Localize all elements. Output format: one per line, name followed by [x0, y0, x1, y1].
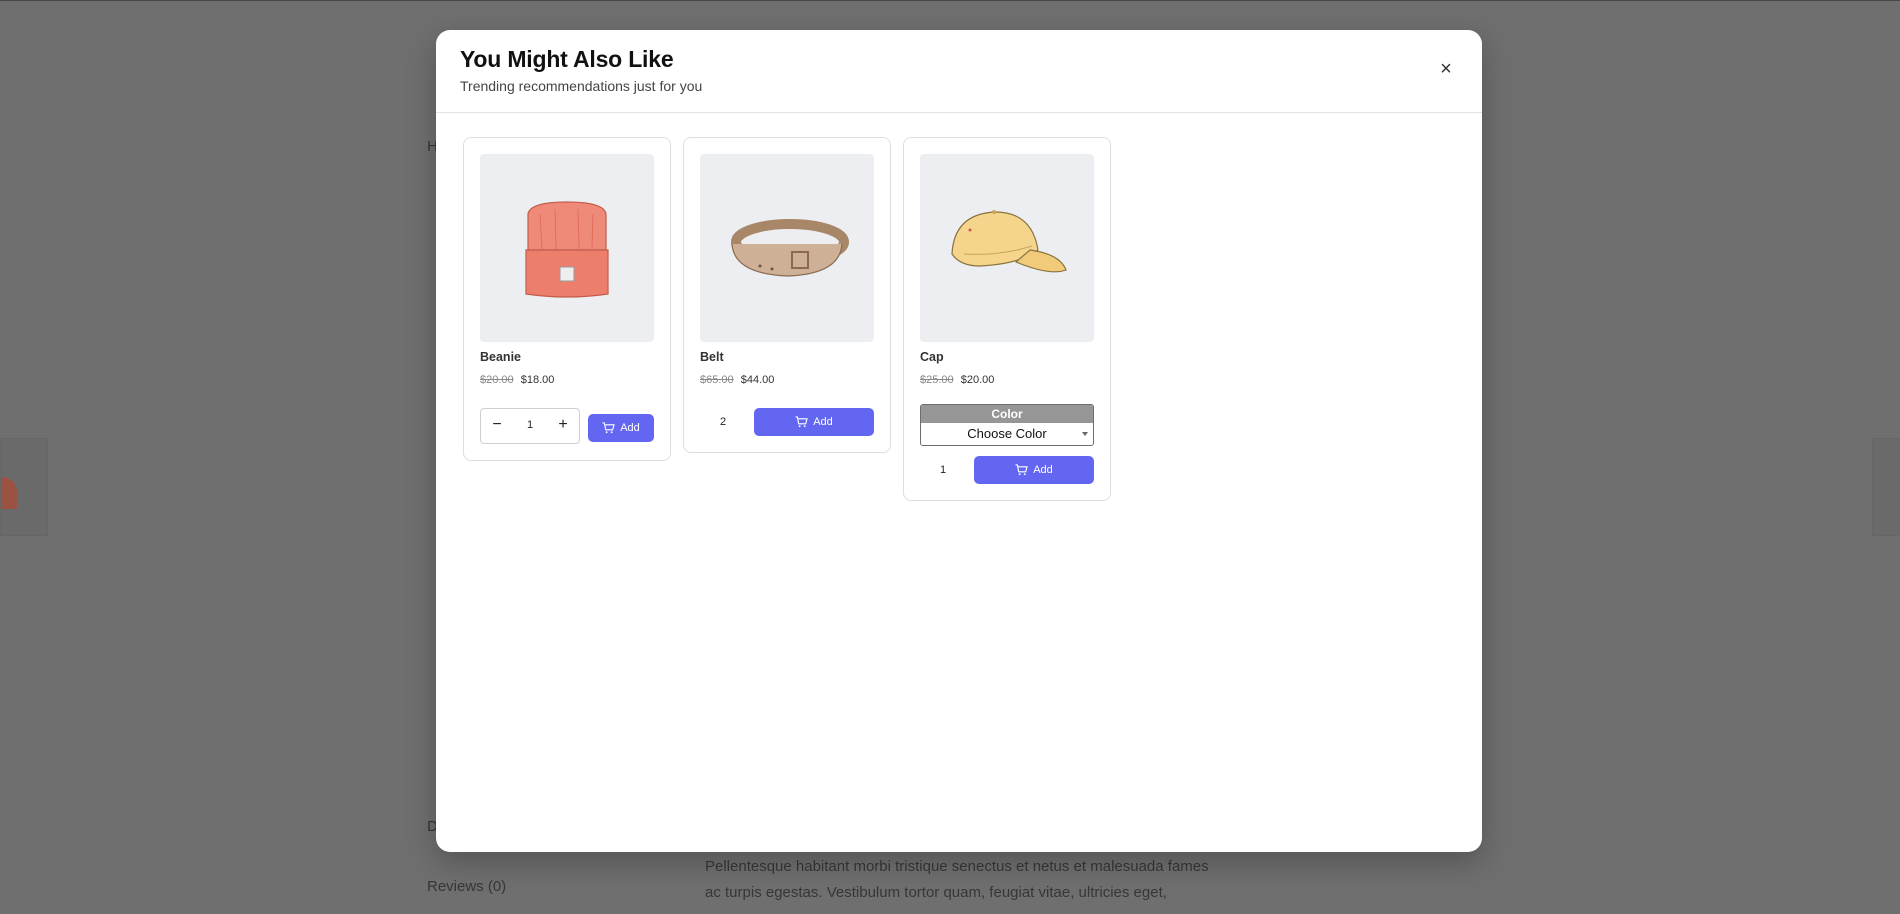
- add-to-cart-button[interactable]: Add: [974, 456, 1094, 484]
- quantity-input[interactable]: 1: [940, 464, 946, 476]
- sale-price: $20.00: [960, 374, 995, 386]
- old-price: $20.00: [480, 374, 514, 386]
- plus-icon[interactable]: +: [553, 415, 573, 435]
- close-icon[interactable]: ×: [1436, 59, 1456, 80]
- add-to-cart-button[interactable]: Add: [754, 408, 874, 436]
- modal-header: You Might Also Like Trending recommendat…: [436, 30, 1482, 113]
- chevron-down-icon: [1082, 432, 1088, 436]
- product-image-belt: [700, 154, 874, 342]
- product-price: $20.00 $18.00: [480, 374, 554, 386]
- color-select-text: Choose Color: [967, 426, 1047, 441]
- add-to-cart-button[interactable]: Add: [588, 414, 654, 442]
- sale-price: $18.00: [520, 374, 555, 386]
- product-card-belt: Belt $65.00 $44.00 2 Add: [683, 137, 891, 453]
- modal-title: You Might Also Like: [460, 46, 674, 72]
- product-card-beanie: Beanie $20.00 $18.00 − 1 + Add: [463, 137, 671, 461]
- modal-subtitle: Trending recommendations just for you: [460, 78, 703, 94]
- old-price: $25.00: [920, 374, 954, 386]
- color-select[interactable]: Color Choose Color: [920, 404, 1094, 446]
- cart-icon: [1015, 464, 1028, 476]
- product-image-cap: [920, 154, 1094, 342]
- product-image-beanie: [480, 154, 654, 342]
- belt-icon: [731, 219, 849, 277]
- product-name: Cap: [920, 350, 944, 364]
- color-select-value[interactable]: Choose Color: [921, 423, 1093, 445]
- product-price: $65.00 $44.00: [700, 374, 774, 386]
- product-name: Beanie: [480, 350, 521, 364]
- color-select-label: Color: [921, 405, 1093, 423]
- product-price: $25.00 $20.00: [920, 374, 994, 386]
- add-button-label: Add: [1033, 464, 1053, 476]
- add-button-label: Add: [813, 416, 833, 428]
- cart-icon: [602, 422, 615, 434]
- cap-icon: [951, 210, 1067, 273]
- sale-price: $44.00: [740, 374, 775, 386]
- quantity-input[interactable]: 1: [515, 419, 545, 431]
- old-price: $65.00: [700, 374, 734, 386]
- beanie-icon: [525, 201, 609, 298]
- product-name: Belt: [700, 350, 724, 364]
- add-button-label: Add: [620, 422, 640, 434]
- quantity-stepper: − 1 +: [480, 408, 580, 444]
- product-card-cap: Cap $25.00 $20.00 Color Choose Color 1 A…: [903, 137, 1111, 501]
- recommendations-modal: You Might Also Like Trending recommendat…: [436, 30, 1482, 852]
- minus-icon[interactable]: −: [487, 415, 507, 435]
- quantity-input[interactable]: 2: [720, 416, 726, 428]
- cart-icon: [795, 416, 808, 428]
